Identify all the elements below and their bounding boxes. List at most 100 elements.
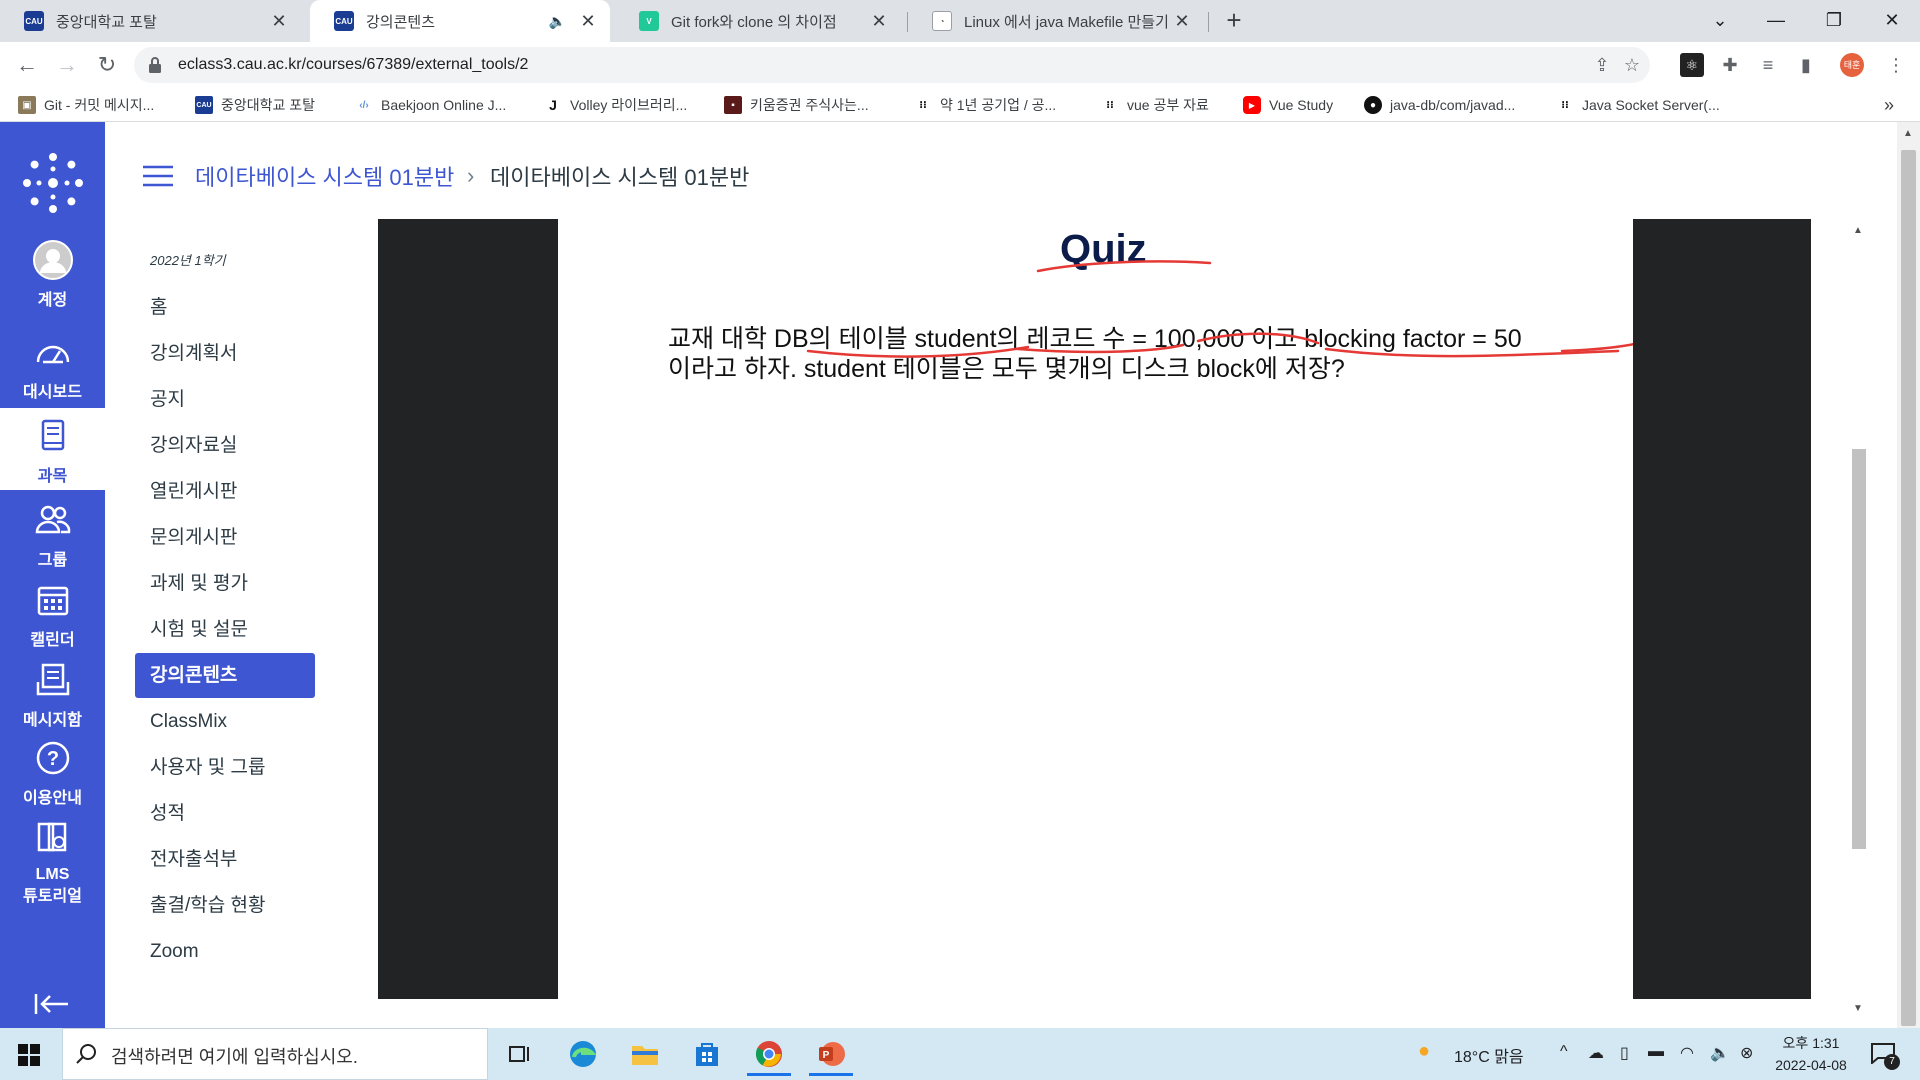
taskbar-chrome[interactable]: [743, 1032, 795, 1076]
course-nav-home[interactable]: 홈: [135, 285, 315, 330]
course-nav-quizzes[interactable]: 시험 및 설문: [135, 607, 315, 652]
tray-chevron-up-icon[interactable]: ^: [1560, 1043, 1568, 1061]
windows-start-icon[interactable]: [18, 1044, 40, 1066]
course-nav-lecture-content[interactable]: 강의콘텐츠: [135, 653, 315, 698]
tab-linux-makefile[interactable]: ◔ Linux 에서 java Makefile 만들기 ✕: [908, 0, 1208, 42]
hamburger-menu-icon[interactable]: [143, 165, 173, 187]
scroll-up-arrow-icon[interactable]: ▲: [1903, 128, 1913, 139]
weather-sun-icon[interactable]: ●: [1418, 1040, 1430, 1063]
canvas-logo-icon[interactable]: [22, 152, 84, 214]
taskbar-clock[interactable]: 오후 1:31 2022-04-08: [1766, 1032, 1856, 1076]
j-icon: J: [549, 97, 557, 113]
bookmark-public-enterprise[interactable]: ⁝⁝ 약 1년 공기업 / 공...: [914, 94, 1056, 116]
scroll-up-arrow-icon[interactable]: ▲: [1853, 225, 1863, 236]
browser-tab-bar: CAU 중앙대학교 포탈 ✕ CAU 강의콘텐츠 🔈 ✕ V Git fork와…: [0, 0, 1920, 42]
mic-muted-icon[interactable]: ⊗: [1740, 1043, 1753, 1063]
tab-git-fork[interactable]: V Git fork와 clone 의 차이점 ✕: [615, 0, 905, 42]
bookmark-kiwoom[interactable]: ▪ 키움증권 주식사는...: [724, 94, 869, 116]
breadcrumb-course-link[interactable]: 데이타베이스 시스템 01분반: [195, 160, 454, 192]
bookmark-baekjoon[interactable]: ‹/› Baekjoon Online J...: [355, 94, 506, 116]
collapse-nav-icon[interactable]: [34, 992, 70, 1016]
extensions-puzzle-icon[interactable]: ✚: [1718, 53, 1742, 77]
page-scrollbar-thumb[interactable]: [1901, 150, 1916, 1026]
course-nav-materials[interactable]: 강의자료실: [135, 423, 315, 468]
windows-taskbar: 검색하려면 여기에 입력하십시오. P ● 18°C 맑음 ^ ☁ ▯ ▬ ◠ …: [0, 1028, 1920, 1080]
share-icon[interactable]: ⇪: [1590, 53, 1614, 77]
back-button[interactable]: ←: [12, 50, 42, 80]
forward-button[interactable]: →: [52, 50, 82, 80]
course-nav-announcements[interactable]: 공지: [135, 377, 315, 422]
frame-scrollbar[interactable]: ▲ ▼: [1849, 221, 1869, 1021]
bookmark-cau-portal[interactable]: CAU 중앙대학교 포탈: [195, 94, 315, 116]
close-icon[interactable]: ✕: [578, 11, 598, 32]
close-icon[interactable]: ✕: [869, 11, 889, 32]
course-nav-syllabus[interactable]: 강의계획서: [135, 331, 315, 376]
tab-search-chevron-icon[interactable]: ⌄: [1692, 0, 1748, 42]
global-nav-dashboard[interactable]: 대시보드: [0, 332, 105, 408]
minimize-button[interactable]: —: [1748, 0, 1804, 42]
profile-avatar[interactable]: 태훈: [1840, 53, 1864, 77]
restore-button[interactable]: ❐: [1806, 0, 1862, 42]
course-nav-people[interactable]: 사용자 및 그룹: [135, 745, 315, 790]
reload-button[interactable]: ↻: [92, 50, 122, 80]
course-nav-attendance-book[interactable]: 전자출석부: [135, 837, 315, 882]
bookmark-vue-study-material[interactable]: ⁝⁝ vue 공부 자료: [1101, 94, 1209, 116]
close-icon[interactable]: ✕: [1172, 11, 1192, 32]
taskbar-file-explorer[interactable]: [619, 1032, 671, 1076]
global-nav-groups[interactable]: 그룹: [0, 500, 105, 576]
taskbar-edge[interactable]: [557, 1032, 609, 1076]
powerpoint-icon: P: [819, 1042, 845, 1066]
close-icon[interactable]: ✕: [269, 11, 289, 32]
close-window-button[interactable]: ✕: [1864, 0, 1920, 42]
course-nav-attendance-status[interactable]: 출결/학습 현황: [135, 883, 315, 928]
tray-device-icon[interactable]: ▯: [1620, 1043, 1629, 1063]
course-nav-classmix[interactable]: ClassMix: [135, 699, 315, 744]
tab-separator: [1208, 12, 1209, 32]
global-nav-help[interactable]: ? 이용안내: [0, 738, 105, 820]
frame-scrollbar-thumb[interactable]: [1852, 449, 1866, 849]
bookmark-label: Git - 커밋 메시지...: [44, 97, 155, 113]
react-devtools-icon[interactable]: ⚛: [1680, 53, 1704, 77]
bookmark-java-db[interactable]: ● java-db/com/javad...: [1364, 94, 1515, 116]
notification-center-button[interactable]: 7: [1870, 1042, 1900, 1070]
course-nav-assignments[interactable]: 과제 및 평가: [135, 561, 315, 606]
media-control-icon[interactable]: ≡: [1756, 53, 1780, 77]
bookmark-vue-study[interactable]: ▶ Vue Study: [1243, 94, 1333, 116]
volume-icon[interactable]: 🔈: [1710, 1043, 1730, 1063]
menu-kebab-icon[interactable]: ⋮: [1884, 53, 1908, 77]
course-nav-zoom[interactable]: Zoom: [135, 929, 315, 974]
global-nav-calendar[interactable]: 캘린더: [0, 580, 105, 660]
wifi-icon[interactable]: ◠: [1680, 1043, 1694, 1063]
weather-text[interactable]: 18°C 맑음: [1454, 1043, 1524, 1067]
bookmark-label: 중앙대학교 포탈: [221, 97, 316, 113]
course-nav-open-board[interactable]: 열린게시판: [135, 469, 315, 514]
bookmark-java-socket[interactable]: ⁝⁝ Java Socket Server(...: [1556, 94, 1720, 116]
global-nav-label: 과목: [37, 468, 68, 485]
global-nav-account[interactable]: 계정: [0, 240, 105, 322]
scroll-down-arrow-icon[interactable]: ▼: [1853, 1003, 1863, 1014]
global-nav-lms-tutorial[interactable]: LMS 튜토리얼: [0, 818, 105, 928]
lecture-video-frame[interactable]: Quiz 교재 대학 DB의 테이블 student의 레코드 수 = 100,…: [378, 218, 1811, 999]
dashboard-icon: [36, 345, 69, 364]
task-view-button[interactable]: [494, 1032, 546, 1076]
taskbar-store[interactable]: [681, 1032, 733, 1076]
global-nav-courses[interactable]: 과목: [0, 408, 105, 490]
tab-lecture-content[interactable]: CAU 강의콘텐츠 🔈 ✕: [310, 0, 610, 42]
bookmark-volley[interactable]: J Volley 라이브러리...: [544, 94, 687, 116]
bookmark-git[interactable]: ▣ Git - 커밋 메시지...: [18, 94, 154, 116]
taskbar-powerpoint[interactable]: P: [805, 1032, 857, 1076]
address-bar[interactable]: eclass3.cau.ac.kr/courses/67389/external…: [134, 47, 1650, 83]
bookmarks-overflow-button[interactable]: »: [1884, 94, 1894, 116]
new-tab-button[interactable]: +: [1220, 6, 1248, 34]
speaker-icon[interactable]: 🔈: [549, 13, 566, 30]
onedrive-cloud-icon[interactable]: ☁: [1588, 1043, 1604, 1063]
side-panel-icon[interactable]: ▮: [1794, 53, 1818, 77]
course-nav-grades[interactable]: 성적: [135, 791, 315, 836]
course-nav-qna-board[interactable]: 문의게시판: [135, 515, 315, 560]
tab-cau-portal[interactable]: CAU 중앙대학교 포탈 ✕: [0, 0, 305, 42]
bookmark-star-icon[interactable]: ☆: [1620, 53, 1644, 77]
global-nav-inbox[interactable]: 메시지함: [0, 660, 105, 740]
taskbar-search-box[interactable]: 검색하려면 여기에 입력하십시오.: [62, 1028, 488, 1080]
page-scrollbar[interactable]: ▲: [1897, 122, 1920, 1028]
battery-icon[interactable]: ▬: [1648, 1043, 1664, 1061]
